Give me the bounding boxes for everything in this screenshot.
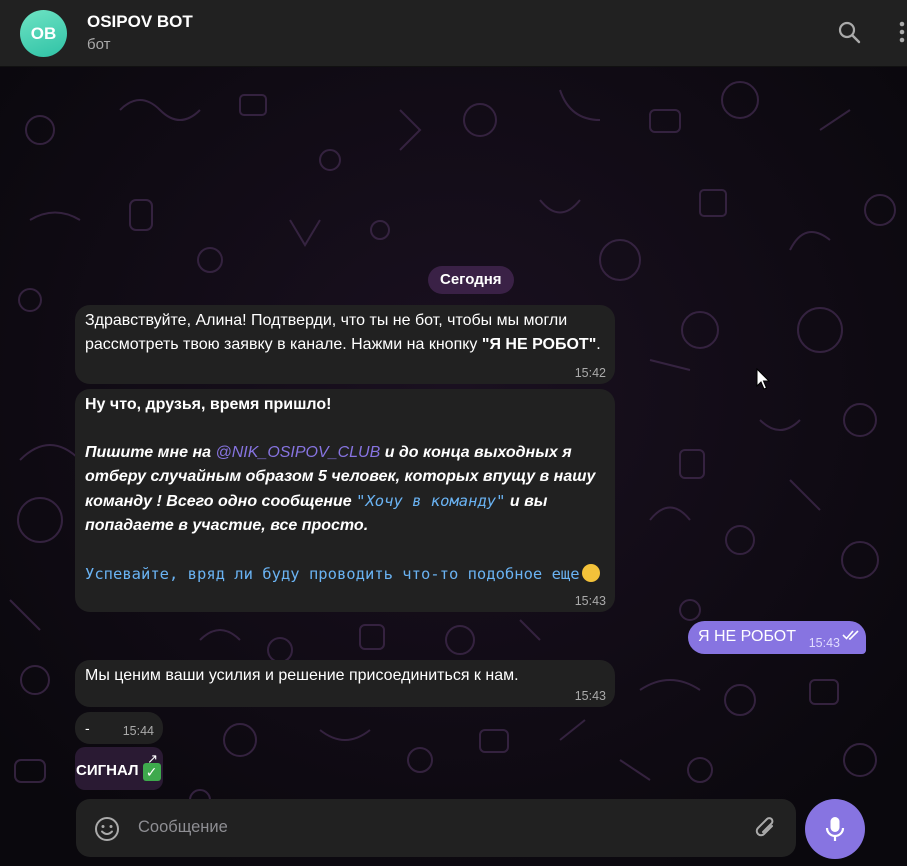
- message-bubble[interactable]: Ну что, друзья, время пришло! Пишите мне…: [75, 389, 615, 612]
- microphone-button[interactable]: [805, 799, 865, 859]
- message-text: Пишите мне на @NIK_OSIPOV_CLUB и до конц…: [85, 444, 596, 534]
- message-text: -: [85, 720, 90, 736]
- message-bubble[interactable]: Мы ценим ваши усилия и решение присоедин…: [75, 660, 615, 707]
- message-bubble[interactable]: - 15:44: [75, 712, 163, 744]
- signal-message[interactable]: СИГНАЛ ✓ ↗: [75, 747, 163, 790]
- code-span[interactable]: "Хочу в команду": [356, 492, 505, 510]
- message-heading: Ну что, друзья, время пришло!: [85, 396, 332, 413]
- microphone-icon: [825, 817, 845, 841]
- attach-icon[interactable]: [754, 815, 778, 846]
- mouse-cursor-icon: [756, 368, 770, 390]
- wink-emoji-icon: [581, 564, 600, 582]
- message-time: 15:44: [122, 724, 154, 738]
- mention-link[interactable]: @NIK_OSIPOV_CLUB: [216, 444, 381, 461]
- chat-header: OB OSIPOV BOT бот: [0, 0, 907, 67]
- message-bubble[interactable]: Здравствуйте, Алина! Подтверди, что ты н…: [75, 305, 615, 384]
- avatar[interactable]: OB: [20, 10, 67, 57]
- search-icon[interactable]: [837, 20, 861, 49]
- message-input[interactable]: Сообщение: [138, 818, 228, 837]
- message-text: Здравствуйте, Алина! Подтверди, что ты н…: [85, 312, 601, 353]
- chat-subtitle: бот: [87, 36, 111, 53]
- emoji-icon[interactable]: [94, 816, 120, 847]
- message-text: Я НЕ РОБОТ: [698, 628, 796, 645]
- more-vertical-icon[interactable]: [898, 20, 906, 49]
- date-separator: Сегодня: [428, 266, 514, 294]
- message-footer: Успевайте, вряд ли буду проводить что-то…: [85, 562, 605, 586]
- message-text: Мы ценим ваши усилия и решение присоедин…: [85, 667, 519, 684]
- double-check-icon: [842, 625, 860, 649]
- message-time: 15:43: [808, 636, 840, 650]
- forward-arrow-icon[interactable]: ↗: [147, 747, 158, 771]
- chat-title[interactable]: OSIPOV BOT: [87, 12, 193, 32]
- message-time: 15:42: [574, 366, 606, 380]
- message-composer[interactable]: Сообщение: [76, 799, 796, 857]
- message-time: 15:43: [574, 594, 606, 608]
- message-time: 15:43: [574, 689, 606, 703]
- outgoing-message-bubble[interactable]: Я НЕ РОБОТ 15:43: [688, 621, 866, 654]
